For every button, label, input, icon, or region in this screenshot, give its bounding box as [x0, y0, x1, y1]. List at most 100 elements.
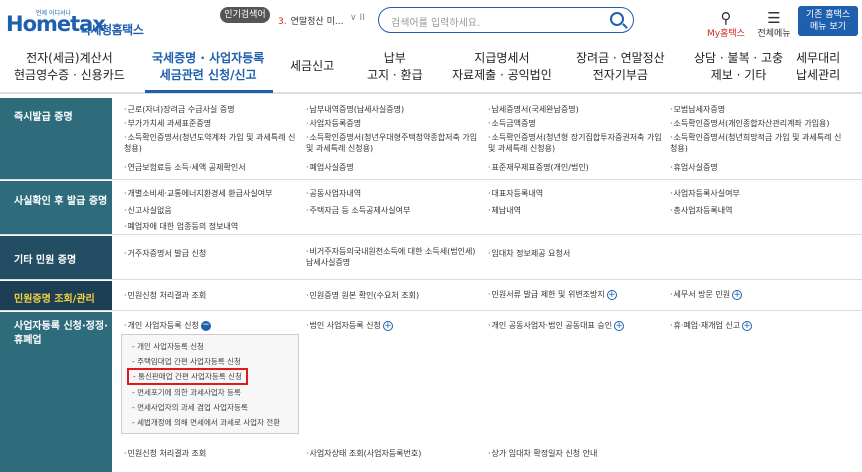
nav-item-tax-report[interactable]: 세금신고: [290, 58, 334, 75]
link-instant-15[interactable]: 휴업사실증명: [670, 162, 718, 173]
submenu-item-4[interactable]: - 면세사업자의 과세 겸업 사업자등록: [132, 402, 248, 413]
link-after-3[interactable]: 공동사업자내역: [306, 188, 362, 199]
link-instant-1[interactable]: 부가가치세 과세표준증명: [124, 118, 212, 129]
category-instant: 즉시발급 증명: [0, 98, 112, 179]
link-instant-0[interactable]: 근로(자녀)장려금 수급사실 증명: [124, 104, 235, 115]
submenu-item-5[interactable]: - 세법개정에 의해 면세에서 과세로 사업자 전환: [132, 417, 280, 428]
link-inquiry-2-wrap[interactable]: 민원서류 발급 제한 및 위변조방지+: [488, 289, 617, 300]
nav-label-2: 납세관리: [796, 68, 841, 82]
expand-plus-icon[interactable]: +: [614, 320, 625, 331]
popular-search-ticker[interactable]: 3. 연말정산 미... ∨ II: [278, 13, 374, 27]
nav-label-2: 현금영수증 · 신용카드: [14, 68, 125, 82]
link-instant-11[interactable]: 표준재무제표증명(개인/법인): [488, 162, 589, 173]
hamburger-icon: ☰: [767, 9, 781, 27]
nav-label-2: 고지 · 환급: [367, 68, 423, 82]
nav-label-1: 전자(세금)계산서: [26, 51, 113, 65]
link-instant-13[interactable]: 소득확인증명서(개인종합자산관리계좌 가입용): [670, 118, 830, 129]
nav-label-1: 세무대리: [796, 51, 841, 65]
expand-plus-icon[interactable]: +: [606, 289, 617, 300]
link-bizreg-3: 휴·폐업·재개업 신고: [673, 321, 741, 330]
nav-label-2: 제보 · 기타: [710, 68, 767, 82]
top-header: 언제 어디서나 Hometax 국세청홈택스 인기검색어 3. 연말정산 미...…: [0, 0, 862, 44]
nav-label-1: 장려금 · 연말정산: [576, 51, 665, 65]
nav-active-indicator: [145, 90, 273, 93]
link-instant-4[interactable]: 납부내역증명(납세사실증명): [306, 104, 405, 115]
link-instant-6[interactable]: 소득확인증명서(청년우대형주택청약종합저축 가입 및 과세특례 신청용): [306, 132, 482, 154]
nav-label-2: 전자기부금: [592, 68, 648, 82]
link-after-7[interactable]: 사업자등록사실여부: [670, 188, 740, 199]
link-bizreg-2: 개인 공동사업자·법인 공동대표 승인: [491, 321, 613, 330]
logo-subtitle: 국세청홈택스: [80, 23, 144, 37]
link-bottom-0[interactable]: 민원신청 처리결과 조회: [124, 448, 207, 459]
submenu-item-2-selected[interactable]: - 통신판매업 간편 사업자등록 신청: [127, 368, 248, 385]
link-instant-14[interactable]: 소득확인증명서(청년희망적금 가입 및 과세특례 신청용): [670, 132, 846, 154]
nav-item-certificate[interactable]: 국세증명 · 사업자등록 세금관련 신청/신고: [152, 50, 264, 84]
link-inquiry-3: 세무서 방문 민원: [673, 290, 731, 299]
nav-label-1: 세금신고: [290, 59, 335, 73]
nav-label-2: 자료제출 · 공익법인: [452, 68, 552, 82]
my-hometax-button[interactable]: ⚲ My홈택스: [706, 10, 746, 39]
link-instant-5[interactable]: 사업자등록증명: [306, 118, 362, 129]
link-bizreg-3-wrap[interactable]: 휴·폐업·재개업 신고+: [670, 320, 753, 331]
link-instant-10[interactable]: 소득확인증명서(청년형 장기집합투자증권저축 가입 및 과세특례 신청용): [488, 132, 664, 154]
link-after-1[interactable]: 신고사실없음: [124, 205, 172, 216]
popular-rank: 3.: [278, 17, 287, 27]
link-bizreg-0-wrap[interactable]: 개인 사업자등록 신청−: [124, 320, 211, 331]
global-nav: 전자(세금)계산서 현금영수증 · 신용카드 국세증명 · 사업자등록 세금관련…: [0, 44, 862, 94]
link-after-6[interactable]: 체납내역: [488, 205, 521, 216]
link-other-2[interactable]: 임대차 정보제공 요청서: [488, 248, 571, 259]
link-instant-7[interactable]: 폐업사실증명: [306, 162, 354, 173]
link-after-8[interactable]: 총사업자등록내역: [670, 205, 733, 216]
link-other-0[interactable]: 거주자증명서 발급 신청: [124, 248, 207, 259]
popular-term[interactable]: 연말정산 미...: [291, 17, 344, 27]
link-bizreg-1-wrap[interactable]: 법인 사업자등록 신청+: [306, 320, 393, 331]
link-instant-9[interactable]: 소득금액증명: [488, 118, 536, 129]
expand-plus-icon[interactable]: +: [732, 289, 743, 300]
expand-plus-icon[interactable]: +: [742, 320, 753, 331]
link-bottom-2[interactable]: 상가 임대차 확정일자 신청 안내: [488, 448, 598, 459]
link-after-4[interactable]: 주택자금 등 소득공제사실여부: [306, 205, 411, 216]
all-menu-button[interactable]: ☰ 전체메뉴: [756, 10, 792, 39]
collapse-minus-icon[interactable]: −: [200, 320, 211, 331]
submenu-item-0[interactable]: - 개인 사업자등록 신청: [132, 341, 204, 352]
link-inquiry-3-wrap[interactable]: 세무서 방문 민원+: [670, 289, 743, 300]
expand-plus-icon[interactable]: +: [382, 320, 393, 331]
search-input[interactable]: 검색어를 입력하세요.: [378, 7, 634, 33]
link-inquiry-0[interactable]: 민원신청 처리결과 조회: [124, 290, 207, 301]
user-icon: ⚲: [720, 9, 732, 27]
link-instant-3[interactable]: 연금보험료등 소득·세액 공제확인서: [124, 162, 246, 173]
all-menu-label: 전체메뉴: [757, 29, 791, 39]
nav-label-2: 세금관련 신청/신고: [159, 68, 257, 82]
search-icon[interactable]: [610, 12, 624, 26]
category-bizreg: 사업자등록 신청·정정· 휴폐업: [0, 312, 112, 472]
link-other-1[interactable]: 비거주자등의국내원천소득에 대한 소득세(법인세) 납세사실증명: [306, 246, 482, 268]
nav-item-payment[interactable]: 납부 고지 · 환급: [367, 50, 423, 84]
hometax-logo[interactable]: 언제 어디서나 Hometax 국세청홈택스: [6, 8, 146, 38]
link-after-5[interactable]: 대표자등록내역: [488, 188, 544, 199]
submenu-item-1[interactable]: - 주택임대업 간편 사업자등록 신청: [132, 356, 241, 367]
category-inquiry: 민원증명 조회/관리: [0, 281, 112, 310]
link-bizreg-2-wrap[interactable]: 개인 공동사업자·법인 공동대표 승인+: [488, 320, 625, 331]
nav-label-1: 지급명세서: [474, 51, 530, 65]
link-bottom-1[interactable]: 사업자상태 조회(사업자등록번호): [306, 448, 422, 459]
link-inquiry-1[interactable]: 민원증명 원본 확인(수요처 조회): [306, 290, 420, 301]
nav-item-einvoice[interactable]: 전자(세금)계산서 현금영수증 · 신용카드: [14, 50, 125, 84]
nav-item-incentive[interactable]: 장려금 · 연말정산 전자기부금: [576, 50, 665, 84]
category-after: 사실확인 후 발급 증명: [0, 181, 112, 234]
classic-menu-button[interactable]: 기존 홈택스 메뉴 보기: [798, 6, 858, 36]
ticker-controls[interactable]: ∨ II: [350, 13, 365, 23]
category-bizreg-line2: 휴폐업: [14, 335, 42, 346]
link-after-0[interactable]: 개별소비세·교통에너지환경세 환급사실여부: [124, 188, 273, 199]
link-instant-8[interactable]: 납세증명서(국세완납증명): [488, 104, 579, 115]
link-after-2[interactable]: 폐업자에 대한 업종등의 정보내역: [124, 221, 239, 232]
link-instant-12[interactable]: 모범납세자증명: [670, 104, 726, 115]
link-bizreg-0: 개인 사업자등록 신청: [127, 321, 199, 330]
search-placeholder: 검색어를 입력하세요.: [391, 18, 481, 29]
nav-item-consult[interactable]: 상담 · 불복 · 고충 제보 · 기타: [694, 50, 783, 84]
nav-label-1: 납부: [383, 51, 406, 65]
nav-item-statement[interactable]: 지급명세서 자료제출 · 공익법인: [452, 50, 552, 84]
submenu-item-3[interactable]: - 면세포기에 의한 과세사업자 등록: [132, 387, 241, 398]
nav-item-agent[interactable]: 세무대리 납세관리: [796, 50, 840, 84]
bizreg-submenu: - 개인 사업자등록 신청 - 주택임대업 간편 사업자등록 신청 - 통신판매…: [121, 334, 299, 434]
link-instant-2[interactable]: 소득확인증명서(청년도약계좌 가입 및 과세특례 신청용): [124, 132, 300, 154]
